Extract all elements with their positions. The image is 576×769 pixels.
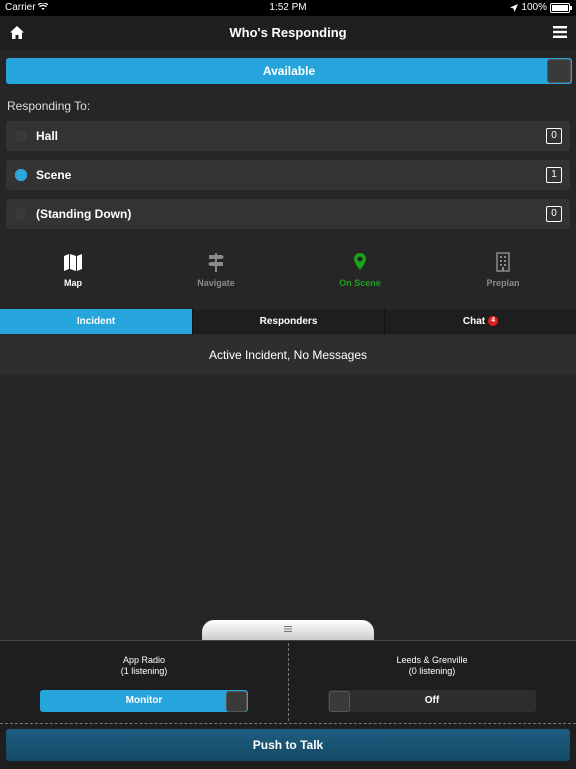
responding-to-label: Responding To: [7,99,91,113]
tab-bar: Incident Responders Chat 4 [0,309,576,334]
off-toggle[interactable]: Off [328,690,536,712]
page-title: Who's Responding [229,25,347,40]
action-on-scene[interactable]: On Scene [288,252,432,288]
radio-button[interactable] [15,130,27,142]
action-preplan[interactable]: Preplan [431,252,575,288]
option-label: (Standing Down) [36,207,132,221]
tab-label: Incident [76,316,116,327]
radio-channel-leeds: Leeds & Grenville (0 listening) [288,655,576,677]
radio-name-label: App Radio [122,655,166,665]
status-bar: Carrier 1:52 PM 100% [0,0,576,16]
radio-button[interactable] [15,208,27,220]
drawer-handle[interactable] [202,620,374,640]
status-time: 1:52 PM [269,2,307,13]
option-scene[interactable]: Scene 1 [6,160,570,190]
tab-incident[interactable]: Incident [0,309,193,334]
empty-messages-text: Active Incident, No Messages [208,348,368,362]
action-map[interactable]: Map [1,252,145,288]
toggle-label: Off [424,695,440,706]
monitor-toggle[interactable]: Monitor [40,690,248,712]
tab-label: Chat [462,316,486,327]
toggle-knob[interactable] [547,59,571,83]
tab-label: Responders [259,316,318,327]
map-icon [64,254,82,271]
radio-button-selected[interactable] [15,169,27,181]
option-standing-down[interactable]: (Standing Down) 0 [6,199,570,229]
radio-listening-label: (0 listening) [408,666,456,676]
message-area: Active Incident, No Messages [0,335,576,374]
nav-bar: Who's Responding [0,16,576,50]
push-to-talk-label: Push to Talk [252,738,324,752]
battery-icon [550,2,572,13]
action-label: Preplan [486,278,520,288]
toggle-knob[interactable] [329,691,350,712]
radio-panel: App Radio (1 listening) Monitor Leeds & … [0,640,576,769]
toggle-label: Monitor [125,695,163,706]
action-label: Navigate [197,278,235,288]
action-bar: Map Navigate On Scene Preplan [0,252,576,292]
count-badge: 0 [546,128,562,144]
radio-name-label: Leeds & Grenville [396,655,468,665]
location-arrow-icon [510,3,519,12]
action-label: On Scene [339,278,381,288]
horizontal-divider [0,723,576,724]
availability-toggle[interactable]: Available [6,58,572,84]
unread-badge: 4 [488,316,499,327]
grip-icon [284,626,292,632]
option-label: Hall [36,129,59,143]
option-label: Scene [36,168,72,182]
tab-responders[interactable]: Responders [193,309,385,334]
availability-label: Available [262,64,316,78]
signpost-icon [208,253,224,272]
count-badge: 1 [546,167,562,183]
option-hall[interactable]: Hall 0 [6,121,570,151]
toggle-knob[interactable] [226,691,247,712]
location-pin-icon [354,253,366,270]
battery-percent: 100% [521,2,547,13]
tab-chat[interactable]: Chat 4 [385,309,576,334]
action-navigate[interactable]: Navigate [144,252,288,288]
push-to-talk-button[interactable]: Push to Talk [6,729,570,761]
count-badge: 0 [546,206,562,222]
action-label: Map [64,278,82,288]
radio-channel-app: App Radio (1 listening) [0,655,288,677]
menu-icon[interactable] [553,26,567,38]
radio-listening-label: (1 listening) [120,666,168,676]
building-icon [496,252,510,272]
